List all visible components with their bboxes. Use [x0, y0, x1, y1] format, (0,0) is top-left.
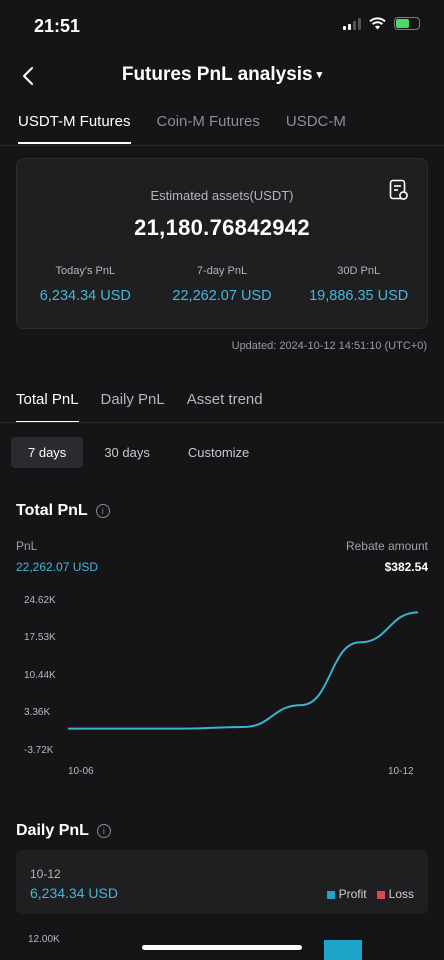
daily-pnl-section-title: Daily PnL i	[16, 822, 111, 840]
legend-label: Profit	[338, 887, 367, 901]
home-indicator	[142, 945, 302, 950]
range-selector: 7 days 30 days Customize	[11, 437, 266, 468]
tab-daily-pnl[interactable]: Daily PnL	[101, 391, 165, 423]
status-time: 21:51	[34, 16, 81, 36]
legend-label: Loss	[388, 887, 414, 901]
pnl-value: 22,262.07 USD	[16, 560, 99, 574]
info-icon[interactable]: i	[96, 824, 111, 838]
estimated-assets-label: Estimated assets(USDT)	[150, 188, 294, 203]
market-tabs: USDT-M Futures Coin-M Futures USDC-M	[18, 113, 346, 144]
daily-date: 10-12	[30, 867, 61, 881]
range-customize[interactable]: Customize	[171, 437, 266, 468]
x-tick-label: 10-12	[388, 766, 414, 777]
assets-summary-card: Estimated assets(USDT) 21,180.76842942 T…	[16, 158, 428, 329]
y-tick-label: 24.62K	[24, 595, 56, 606]
range-30-days[interactable]: 30 days	[87, 437, 167, 468]
chevron-down-icon: ▾	[316, 69, 323, 82]
metric-value: 19,886.35 USD	[309, 288, 409, 304]
section-title-text: Total PnL	[16, 502, 88, 519]
section-title-text: Daily PnL	[16, 822, 89, 839]
page-title[interactable]: Futures PnL analysis ▾	[0, 64, 444, 86]
pnl-label: PnL	[16, 539, 38, 553]
pnl-series-line	[67, 611, 419, 730]
page-title-text: Futures PnL analysis	[121, 64, 313, 85]
rebate-label: Rebate amount	[345, 539, 428, 553]
y-tick-label: 3.36K	[24, 707, 51, 718]
metric-value: 22,262.07 USD	[172, 288, 272, 304]
daily-pnl-card: 10-12 6,234.34 USD Profit Loss	[16, 850, 428, 914]
chart-legend: Profit Loss	[326, 887, 414, 901]
metric-value: 6,234.34 USD	[39, 288, 131, 304]
metric-today-pnl: Today's PnL 6,234.34 USD	[17, 265, 154, 304]
y-tick-label: 12.00K	[28, 934, 60, 945]
divider	[0, 422, 444, 423]
divider	[0, 145, 444, 146]
legend-profit: Profit	[326, 887, 367, 901]
battery-icon	[394, 17, 420, 30]
tab-usdt-m-futures[interactable]: USDT-M Futures	[18, 113, 131, 144]
status-icons	[343, 17, 420, 30]
tab-usdc-m[interactable]: USDC-M	[286, 113, 346, 144]
metric-30d-pnl: 30D PnL 19,886.35 USD	[290, 265, 427, 304]
range-7-days[interactable]: 7 days	[11, 437, 84, 468]
metric-label: 7-day PnL	[196, 265, 248, 277]
total-pnl-chart	[67, 611, 419, 730]
daily-value: 6,234.34 USD	[30, 885, 118, 901]
signal-icon	[343, 17, 361, 30]
y-tick-label: 10.44K	[24, 670, 56, 681]
tab-total-pnl[interactable]: Total PnL	[16, 391, 79, 423]
view-tabs: Total PnL Daily PnL Asset trend	[16, 391, 263, 423]
x-tick-label: 10-06	[68, 766, 94, 777]
metric-7-day-pnl: 7-day PnL 22,262.07 USD	[154, 265, 291, 304]
total-pnl-section-title: Total PnL i	[16, 502, 110, 520]
updated-timestamp: Updated: 2024-10-12 14:51:10 (UTC+0)	[231, 340, 427, 352]
legend-loss: Loss	[376, 887, 414, 901]
pnl-metrics: Today's PnL 6,234.34 USD 7-day PnL 22,26…	[17, 265, 427, 304]
report-icon[interactable]	[389, 179, 409, 201]
y-tick-label: -3.72K	[24, 745, 54, 756]
daily-profit-bar	[324, 940, 362, 960]
rebate-value: $382.54	[384, 560, 428, 574]
metric-label: 30D PnL	[337, 265, 381, 277]
estimated-assets-value: 21,180.76842942	[134, 215, 310, 240]
info-icon[interactable]: i	[95, 504, 110, 518]
wifi-icon	[369, 17, 386, 30]
y-tick-label: 17.53K	[24, 632, 56, 643]
metric-label: Today's PnL	[55, 265, 116, 277]
tab-asset-trend[interactable]: Asset trend	[187, 391, 263, 423]
tab-coin-m-futures[interactable]: Coin-M Futures	[157, 113, 260, 144]
